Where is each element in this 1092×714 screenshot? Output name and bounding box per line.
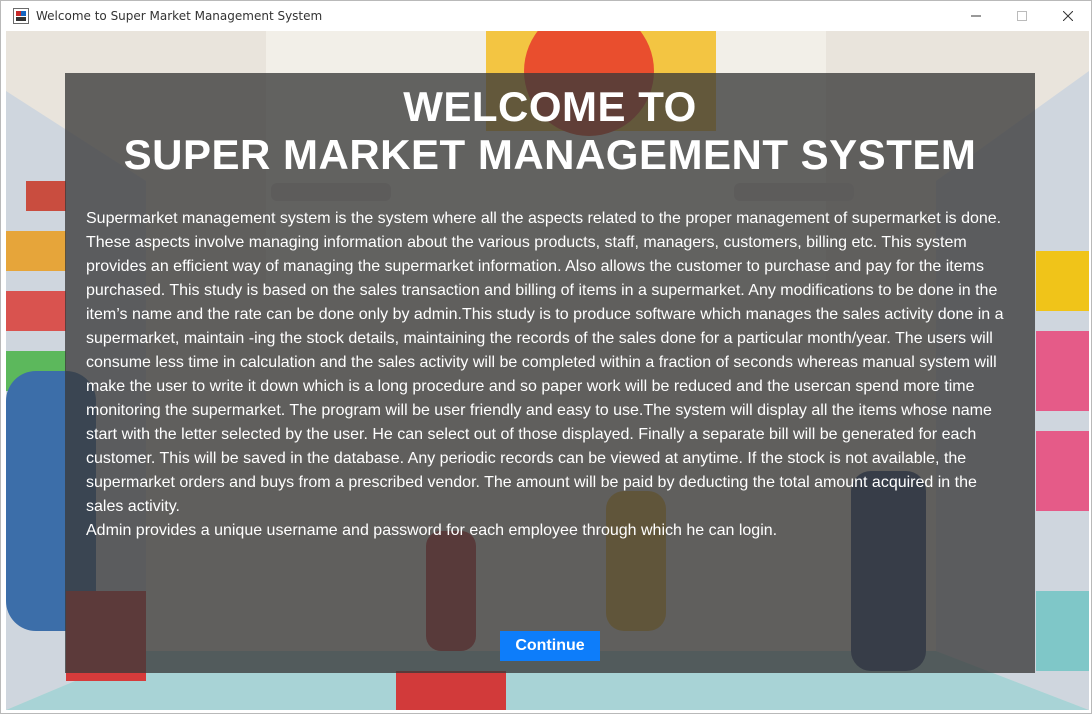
app-window: Welcome to Super Market Management Syste…: [0, 0, 1092, 714]
description-paragraph: Supermarket management system is the sys…: [86, 210, 1004, 515]
maximize-icon: [1017, 11, 1027, 21]
window-title: Welcome to Super Market Management Syste…: [36, 9, 323, 23]
minimize-icon: [971, 15, 981, 17]
close-button[interactable]: [1045, 1, 1091, 31]
content-area: WELCOME TO SUPER MARKET MANAGEMENT SYSTE…: [6, 31, 1089, 710]
app-icon: [13, 8, 29, 24]
minimize-button[interactable]: [953, 1, 999, 31]
welcome-panel: WELCOME TO SUPER MARKET MANAGEMENT SYSTE…: [65, 73, 1035, 673]
heading-line-1: WELCOME TO: [403, 83, 697, 130]
admin-note: Admin provides a unique username and pas…: [86, 522, 778, 539]
continue-button[interactable]: Continue: [500, 631, 600, 661]
maximize-button[interactable]: [999, 1, 1045, 31]
title-bar[interactable]: Welcome to Super Market Management Syste…: [1, 1, 1091, 31]
description-text: Supermarket management system is the sys…: [86, 207, 1011, 543]
window-controls: [953, 1, 1091, 31]
heading-line-2: SUPER MARKET MANAGEMENT SYSTEM: [123, 131, 977, 178]
welcome-heading: WELCOME TO SUPER MARKET MANAGEMENT SYSTE…: [65, 83, 1035, 179]
close-icon: [1063, 11, 1073, 21]
